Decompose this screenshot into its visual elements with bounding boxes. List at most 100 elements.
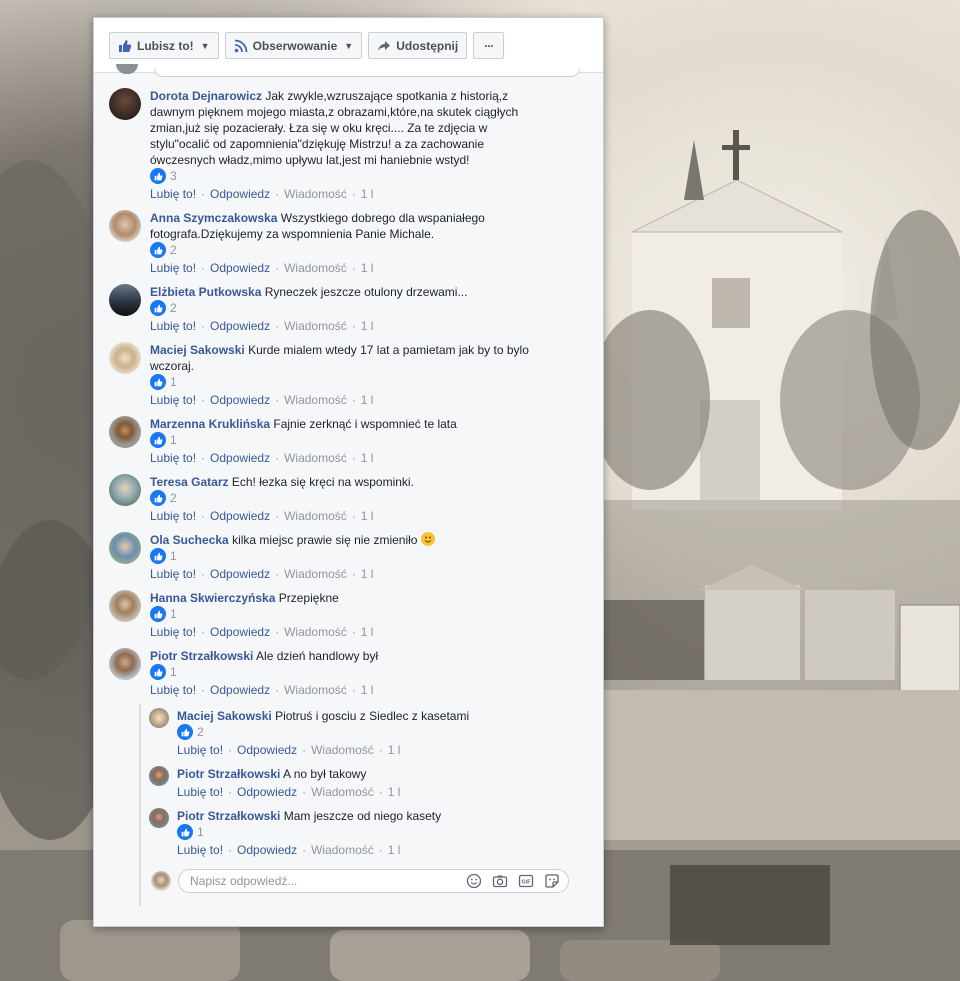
comment-time[interactable]: 1 l	[361, 392, 374, 408]
message-link[interactable]: Wiadomość	[311, 784, 374, 800]
reaction-count[interactable]: 1	[150, 374, 540, 390]
reaction-count[interactable]: 1	[177, 824, 537, 840]
comment-author[interactable]: Maciej Sakowski	[177, 709, 272, 723]
comment-author[interactable]: Teresa Gatarz	[150, 475, 229, 489]
message-link[interactable]: Wiadomość	[284, 186, 347, 202]
reply-link[interactable]: Odpowiedz	[237, 742, 297, 758]
reply-input[interactable]: Napisz odpowiedź... GIF	[178, 869, 569, 893]
comment-time[interactable]: 1 l	[361, 318, 374, 334]
comment-author[interactable]: Piotr Strzałkowski	[177, 809, 280, 823]
avatar[interactable]	[149, 808, 169, 828]
reply-link[interactable]: Odpowiedz	[210, 186, 270, 202]
avatar[interactable]	[109, 342, 141, 374]
reaction-count[interactable]: 2	[150, 300, 540, 316]
comment-time[interactable]: 1 l	[388, 742, 401, 758]
comment-time[interactable]: 1 l	[361, 566, 374, 582]
reply-link[interactable]: Odpowiedz	[210, 566, 270, 582]
avatar[interactable]	[109, 474, 141, 506]
follow-button[interactable]: Obserwowanie ▼	[224, 32, 363, 59]
comment-author[interactable]: Ola Suchecka	[150, 533, 229, 547]
reply-link[interactable]: Odpowiedz	[210, 508, 270, 524]
reply-link[interactable]: Odpowiedz	[210, 392, 270, 408]
like-comment-link[interactable]: Lubię to!	[150, 450, 196, 466]
comment-author[interactable]: Marzenna Kruklińska	[150, 417, 270, 431]
comment-author[interactable]: Anna Szymczakowska	[150, 211, 277, 225]
message-link[interactable]: Wiadomość	[284, 682, 347, 698]
comment-author[interactable]: Elżbieta Putkowska	[150, 285, 261, 299]
reply-link[interactable]: Odpowiedz	[237, 842, 297, 858]
reply-link[interactable]: Odpowiedz	[210, 450, 270, 466]
like-comment-link[interactable]: Lubię to!	[150, 682, 196, 698]
reaction-count[interactable]: 2	[150, 242, 540, 258]
avatar[interactable]	[149, 766, 169, 786]
message-link[interactable]: Wiadomość	[311, 742, 374, 758]
comment-time[interactable]: 1 l	[361, 186, 374, 202]
like-comment-link[interactable]: Lubię to!	[150, 318, 196, 334]
like-comment-link[interactable]: Lubię to!	[177, 842, 223, 858]
reaction-count[interactable]: 2	[177, 724, 537, 740]
reaction-count[interactable]: 2	[150, 490, 540, 506]
reaction-count[interactable]: 1	[150, 432, 540, 448]
avatar[interactable]	[109, 416, 141, 448]
reply-link[interactable]: Odpowiedz	[210, 260, 270, 276]
avatar[interactable]	[109, 590, 141, 622]
like-page-button[interactable]: Lubisz to! ▼	[109, 32, 219, 59]
comment-body: Dorota Dejnarowicz Jak zwykle,wzruszając…	[150, 88, 540, 204]
comment-time[interactable]: 1 l	[361, 450, 374, 466]
avatar[interactable]	[149, 708, 169, 728]
like-comment-link[interactable]: Lubię to!	[150, 260, 196, 276]
share-button[interactable]: Udostępnij	[368, 32, 468, 59]
avatar[interactable]	[109, 648, 141, 680]
reply-link[interactable]: Odpowiedz	[210, 318, 270, 334]
message-link[interactable]: Wiadomość	[284, 566, 347, 582]
like-reaction-icon	[177, 724, 193, 740]
like-comment-link[interactable]: Lubię to!	[150, 566, 196, 582]
avatar[interactable]	[109, 532, 141, 564]
message-link[interactable]: Wiadomość	[284, 260, 347, 276]
avatar[interactable]	[109, 210, 141, 242]
sticker-icon[interactable]	[544, 873, 560, 889]
message-link[interactable]: Wiadomość	[284, 450, 347, 466]
comment-body: Piotr Strzałkowski Mam jeszcze od niego …	[177, 808, 537, 860]
emoji-icon[interactable]	[466, 873, 482, 889]
comment-author[interactable]: Hanna Skwierczyńska	[150, 591, 275, 605]
avatar[interactable]	[109, 88, 141, 120]
comment-author[interactable]: Piotr Strzałkowski	[177, 767, 280, 781]
comment-time[interactable]: 1 l	[361, 624, 374, 640]
like-comment-link[interactable]: Lubię to!	[150, 392, 196, 408]
more-comments-dots[interactable]: ...	[339, 916, 354, 926]
separator: ·	[201, 393, 206, 407]
comment-author[interactable]: Piotr Strzałkowski	[150, 649, 253, 663]
reply-link[interactable]: Odpowiedz	[237, 784, 297, 800]
like-comment-link[interactable]: Lubię to!	[177, 784, 223, 800]
more-options-button[interactable]: ···	[473, 32, 505, 59]
reaction-count[interactable]: 3	[150, 168, 540, 184]
message-link[interactable]: Wiadomość	[284, 392, 347, 408]
avatar[interactable]	[109, 284, 141, 316]
message-link[interactable]: Wiadomość	[311, 842, 374, 858]
like-comment-link[interactable]: Lubię to!	[150, 624, 196, 640]
like-comment-link[interactable]: Lubię to!	[150, 508, 196, 524]
reaction-count[interactable]: 1	[150, 548, 540, 564]
separator: ·	[275, 261, 280, 275]
comment-time[interactable]: 1 l	[361, 508, 374, 524]
message-link[interactable]: Wiadomość	[284, 508, 347, 524]
comment-time[interactable]: 1 l	[361, 682, 374, 698]
gif-icon[interactable]: GIF	[518, 873, 534, 889]
comment-time[interactable]: 1 l	[388, 842, 401, 858]
comment-time[interactable]: 1 l	[361, 260, 374, 276]
reaction-count[interactable]: 1	[150, 664, 540, 680]
comment-author[interactable]: Maciej Sakowski	[150, 343, 245, 357]
comment-time[interactable]: 1 l	[388, 784, 401, 800]
message-link[interactable]: Wiadomość	[284, 624, 347, 640]
comment-author[interactable]: Dorota Dejnarowicz	[150, 89, 262, 103]
like-comment-link[interactable]: Lubię to!	[150, 186, 196, 202]
comment-text: Ech! łezka się kręci na wspominki.	[231, 475, 414, 489]
reply-link[interactable]: Odpowiedz	[210, 624, 270, 640]
reply-link[interactable]: Odpowiedz	[210, 682, 270, 698]
reaction-count[interactable]: 1	[150, 606, 540, 622]
separator: ·	[351, 319, 356, 333]
message-link[interactable]: Wiadomość	[284, 318, 347, 334]
like-comment-link[interactable]: Lubię to!	[177, 742, 223, 758]
camera-icon[interactable]	[492, 873, 508, 889]
